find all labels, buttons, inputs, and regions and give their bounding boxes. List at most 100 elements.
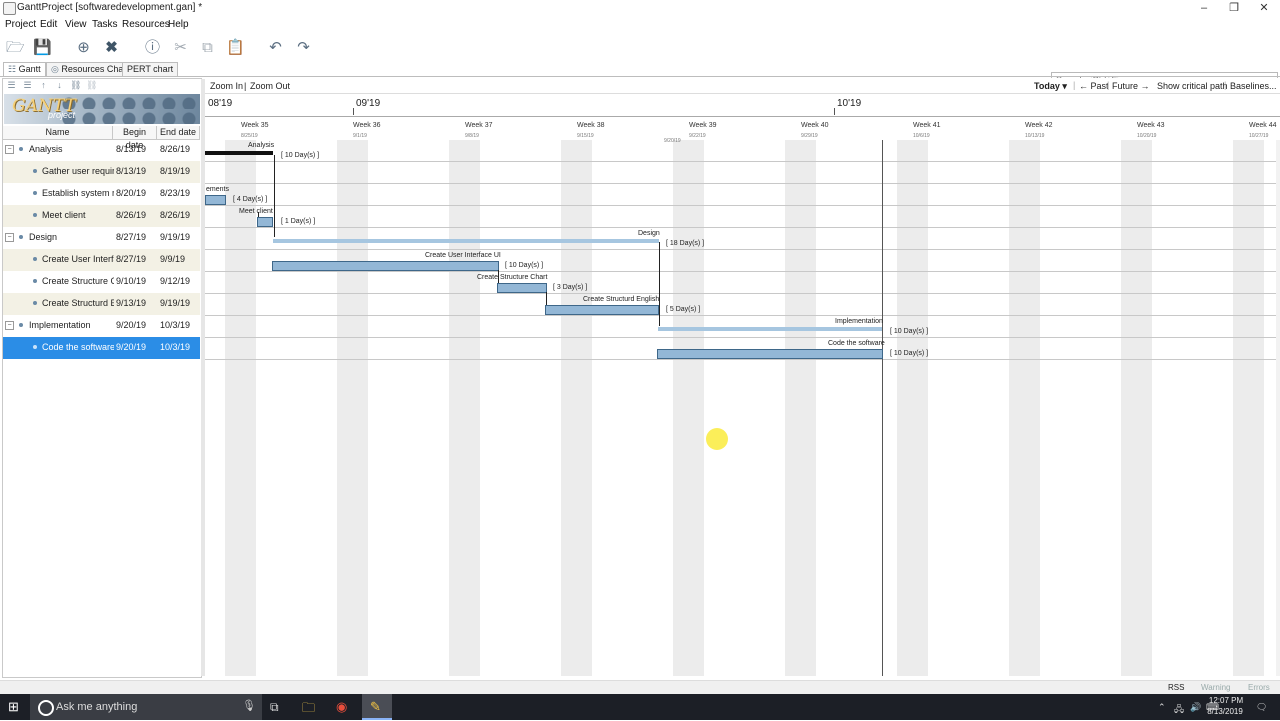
duration-label: [ 18 Day(s) ] <box>666 240 705 247</box>
week-date: 9/15/19 <box>577 133 594 139</box>
errors-indicator[interactable]: Errors <box>1248 683 1270 692</box>
menu-view[interactable]: View <box>65 19 87 30</box>
collapse-toggle[interactable]: − <box>5 321 14 330</box>
weekend-band <box>673 140 704 676</box>
restore-button[interactable]: ❐ <box>1226 1 1242 15</box>
today-dropdown[interactable]: Today ▾ <box>1034 81 1067 92</box>
paste-icon[interactable]: 📋 <box>226 39 245 56</box>
rss-link[interactable]: RSS <box>1168 683 1184 692</box>
table-row[interactable]: Gather user requir... 8/13/19 8/19/19 <box>3 161 200 183</box>
weekend-band <box>785 140 816 676</box>
tray-chevron-icon[interactable]: ⌃ <box>1158 702 1166 713</box>
bar-label: ements <box>206 186 229 193</box>
task-bar-meet-client[interactable] <box>257 217 273 227</box>
summary-bar-analysis[interactable] <box>205 151 273 155</box>
undo-icon[interactable]: ↶ <box>267 39 284 56</box>
week-label: Week 43 <box>1137 122 1165 129</box>
move-up-icon[interactable]: ↑ <box>38 80 49 91</box>
table-row[interactable]: Create Structurd E... 9/13/19 9/19/19 <box>3 293 200 315</box>
table-row[interactable]: Create Structure C... 9/10/19 9/12/19 <box>3 271 200 293</box>
past-link[interactable]: ← Past <box>1079 81 1109 91</box>
logo-hex-pattern <box>59 94 200 124</box>
summary-bar-implementation[interactable] <box>658 327 882 331</box>
table-row-selected[interactable]: Code the software 9/20/19 10/3/19 <box>3 337 200 359</box>
menu-project[interactable]: Project <box>5 19 36 30</box>
tab-divider <box>0 76 1280 77</box>
redo-icon[interactable]: ↷ <box>295 39 312 56</box>
ganttproject-icon: ✎ <box>370 699 381 714</box>
column-header-end[interactable]: End date <box>157 126 200 140</box>
menu-resources[interactable]: Resources <box>122 19 170 30</box>
menu-help[interactable]: Help <box>168 19 189 30</box>
new-task-icon[interactable]: ⊕ <box>75 39 92 56</box>
task-bar-structure-chart[interactable] <box>497 283 547 293</box>
tab-gantt[interactable]: ☷ Gantt <box>3 62 46 76</box>
file-explorer-icon[interactable]: 🗀 <box>302 699 315 721</box>
table-row[interactable]: − Analysis 8/13/19 8/26/19 <box>3 139 200 161</box>
task-bar-structured-english[interactable] <box>545 305 659 315</box>
menu-edit[interactable]: Edit <box>40 19 57 30</box>
task-bar-code-software[interactable] <box>657 349 883 359</box>
warning-indicator[interactable]: Warning <box>1201 683 1231 692</box>
baselines-link[interactable]: Baselines... <box>1230 81 1277 91</box>
properties-icon[interactable]: ⓘ <box>144 39 161 56</box>
task-name: Implementation <box>29 320 91 330</box>
network-icon[interactable]: 🖧 <box>1174 702 1184 718</box>
clock-time[interactable]: 12:07 PM <box>1208 696 1244 705</box>
week-date: 10/6/19 <box>913 133 930 139</box>
windows-start-icon[interactable]: ⊞ <box>8 700 22 714</box>
menu-tasks[interactable]: Tasks <box>92 19 118 30</box>
delete-icon[interactable]: ✖ <box>103 39 120 56</box>
minimize-button[interactable]: – <box>1196 1 1212 15</box>
weekend-band <box>225 140 256 676</box>
notifications-icon[interactable]: 🗨 <box>1256 702 1267 713</box>
zoom-out-link[interactable]: Zoom Out <box>250 81 290 91</box>
future-link[interactable]: Future → <box>1112 81 1150 91</box>
table-row[interactable]: − Design 8/27/19 9/19/19 <box>3 227 200 249</box>
zoom-in-link[interactable]: Zoom In <box>210 81 243 91</box>
end-date: 9/19/19 <box>160 232 191 242</box>
task-name: Design <box>29 232 58 242</box>
table-row[interactable]: Establish system r... 8/20/19 8/23/19 <box>3 183 200 205</box>
move-down-icon[interactable]: ↓ <box>54 80 65 91</box>
ganttproject-taskbar-button[interactable]: ✎ <box>362 694 392 720</box>
week-date: 10/27/19 <box>1249 133 1269 139</box>
vertical-scrollbar[interactable] <box>1276 140 1280 676</box>
collapse-toggle[interactable]: − <box>5 145 14 154</box>
table-row[interactable]: − Implementation 9/20/19 10/3/19 <box>3 315 200 337</box>
splitter[interactable] <box>201 79 205 676</box>
collapse-toggle[interactable]: − <box>5 233 14 242</box>
close-window-button[interactable]: ✕ <box>1256 1 1272 15</box>
begin-date: 9/20/19 <box>116 320 147 330</box>
weekend-band <box>337 140 368 676</box>
table-row[interactable]: Meet client 8/26/19 8/26/19 <box>3 205 200 227</box>
column-header-name[interactable]: Name <box>3 126 113 140</box>
tab-pert-chart[interactable]: PERT chart <box>122 62 179 76</box>
table-row[interactable]: Create User Interfa... 8/27/19 9/9/19 <box>3 249 200 271</box>
outdent-icon[interactable]: ☰ <box>22 80 33 91</box>
critical-path-link[interactable]: Show critical path <box>1157 81 1228 91</box>
indent-icon[interactable]: ☰ <box>6 80 17 91</box>
save-icon[interactable]: 💾 <box>33 39 52 56</box>
tab-resources-label: Resources Chart <box>61 64 129 74</box>
column-header-begin[interactable]: Begin date <box>113 126 157 150</box>
link-icon[interactable]: ⛓ <box>70 80 81 91</box>
tab-resources-chart[interactable]: ◎ Resources Chart <box>46 62 134 76</box>
bar-label: Create User Interface UI <box>425 252 501 259</box>
chrome-icon[interactable]: ◉ <box>336 699 347 715</box>
week-label: Week 37 <box>465 122 493 129</box>
open-folder-icon[interactable]: 🗁 <box>6 39 25 56</box>
task-view-icon[interactable]: ⧉ <box>270 700 279 715</box>
row-line <box>205 205 1280 206</box>
task-bar-establish[interactable] <box>205 195 226 205</box>
summary-bar-design[interactable] <box>273 239 659 243</box>
copy-icon[interactable]: ⧉ <box>199 39 216 56</box>
taskbar-search-box[interactable]: Ask me anything 🎙 <box>30 694 262 720</box>
task-bar-ui[interactable] <box>272 261 499 271</box>
clock-date[interactable]: 8/13/2019 <box>1205 707 1245 716</box>
unlink-icon[interactable]: ⛓ <box>86 80 97 91</box>
cut-icon[interactable]: ✂ <box>172 39 189 56</box>
window-title: GanttProject [softwaredevelopment.gan] * <box>17 2 203 13</box>
duration-label: [ 10 Day(s) ] <box>890 328 929 335</box>
volume-icon[interactable]: 🔊 <box>1190 702 1201 713</box>
